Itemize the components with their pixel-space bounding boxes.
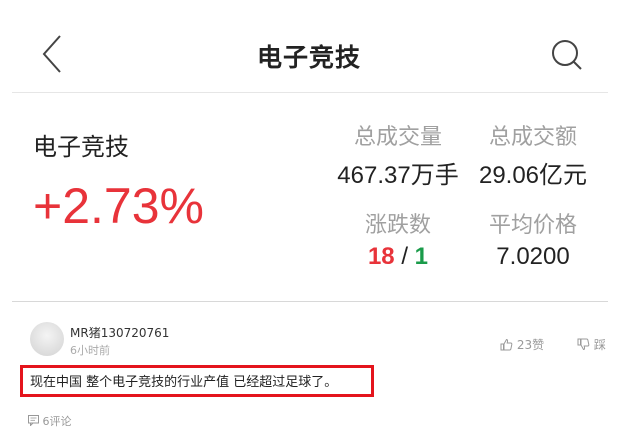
comment-username[interactable]: MR猪130720761 <box>70 324 169 341</box>
like-button[interactable]: 23赞 <box>500 336 544 353</box>
comment-item: MR猪130720761 6小时前 23赞 踩 现在中国 整个电子竞技的行业产值… <box>0 302 618 439</box>
total-amount-value: 29.06亿元 <box>478 162 588 189</box>
search-button[interactable] <box>548 36 588 76</box>
up-down-value: 18 / 1 <box>335 243 461 271</box>
comment-time: 6小时前 <box>70 344 110 357</box>
comment-icon <box>28 415 39 427</box>
total-volume-label: 总成交量 <box>353 125 442 150</box>
search-icon <box>552 40 582 70</box>
reply-count: 6评论 <box>42 415 72 428</box>
up-down-separator: / <box>394 243 415 270</box>
up-count: 18 <box>367 243 395 270</box>
comment-text[interactable]: 现在中国 整个电子竞技的行业产值 已经超过足球了。 <box>30 371 337 390</box>
sector-change-percent: +2.73% <box>33 178 204 234</box>
up-down-label: 涨跌数 <box>364 213 431 238</box>
reply-count-button[interactable]: 6评论 <box>28 413 72 429</box>
thumbs-up-icon <box>500 338 513 351</box>
avg-price-label: 平均价格 <box>488 213 577 238</box>
thumbs-down-icon <box>577 338 590 351</box>
like-count: 23赞 <box>516 338 545 352</box>
sector-summary: 电子竞技 +2.73% 总成交量 总成交额 467.37万手 29.06亿元 涨… <box>0 93 618 301</box>
dislike-label: 踩 <box>593 338 606 352</box>
dislike-button[interactable]: 踩 <box>577 336 606 353</box>
total-volume-value: 467.37万手 <box>337 162 459 189</box>
total-amount-label: 总成交额 <box>488 125 577 150</box>
avatar[interactable] <box>30 322 64 356</box>
down-count: 1 <box>414 243 429 270</box>
page-title: 电子竞技 <box>256 43 361 72</box>
avg-price-value: 7.0200 <box>496 243 570 270</box>
sector-name: 电子竞技 <box>33 133 129 161</box>
top-nav-bar: 电子竞技 <box>0 0 618 92</box>
